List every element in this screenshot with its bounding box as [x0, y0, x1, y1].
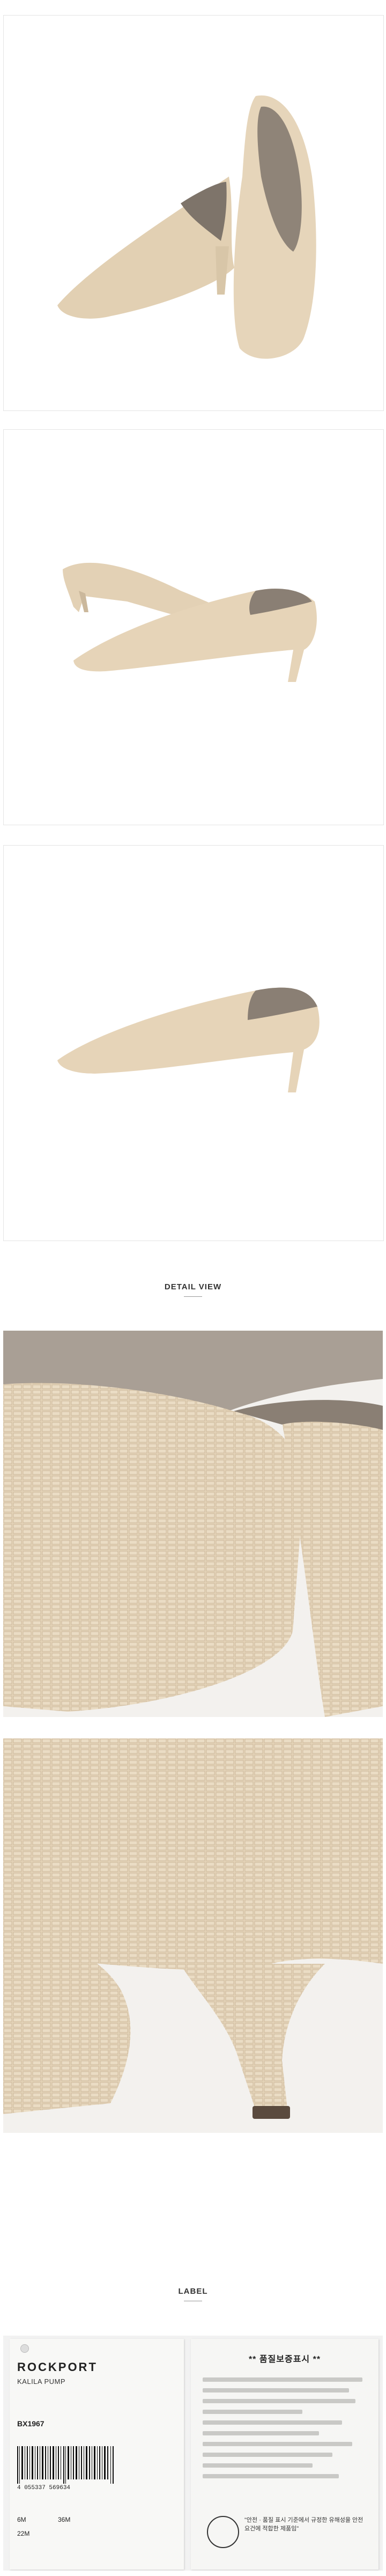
kc-certification-icon [207, 2516, 239, 2548]
detail-view-header: DETAIL VIEW [0, 1282, 386, 1297]
quality-assurance-card: ** 품질보증표시 ** "안전 · 품질 표시 기준에서 규정한 유해성을 안… [191, 2339, 378, 2570]
shoe-image [4, 430, 383, 825]
size-uk: 36M [58, 2516, 71, 2523]
product-detail-page: DETAIL VIEW LABEL ROCKPORT KALILA PUMP B… [0, 0, 386, 2576]
label-photo: ROCKPORT KALILA PUMP BX1967 4 055337 569… [3, 2336, 383, 2571]
kc-certification-text: "안전 · 품질 표시 기준에서 규정한 유해성을 안전요건에 적합한 제품임" [244, 2517, 363, 2532]
size-us: 6M [17, 2516, 26, 2523]
hangtag-brand: ROCKPORT [17, 2360, 98, 2374]
detail-photo-toe [3, 1331, 383, 1717]
quality-card-title: ** 품질보증표시 ** [248, 2355, 321, 2364]
section-title: LABEL [178, 2287, 208, 2296]
label-header: LABEL [0, 2287, 386, 2301]
quality-card-body [203, 2371, 369, 2485]
hangtag-model: KALILA PUMP [17, 2377, 66, 2386]
detail-photo-heel [3, 1738, 383, 2133]
barcode-number: 4 055337 569634 [17, 2485, 71, 2491]
shoe-image [4, 846, 383, 1241]
tag-hole-icon [20, 2344, 29, 2353]
shoe-image [4, 16, 383, 410]
toe-closeup-image [3, 1331, 383, 1717]
hangtag-style-code: BX1967 [17, 2419, 44, 2428]
section-divider [184, 1296, 202, 1297]
heel-closeup-image [3, 1738, 383, 2133]
size-eu: 22M [17, 2530, 30, 2537]
barcode-icon [17, 2446, 114, 2484]
product-photo-single-side [3, 845, 384, 1241]
product-photo-pair-side [3, 429, 384, 825]
section-title: DETAIL VIEW [164, 1282, 222, 1291]
hangtag: ROCKPORT KALILA PUMP BX1967 4 055337 569… [10, 2339, 184, 2570]
product-photo-pair-top [3, 15, 384, 411]
